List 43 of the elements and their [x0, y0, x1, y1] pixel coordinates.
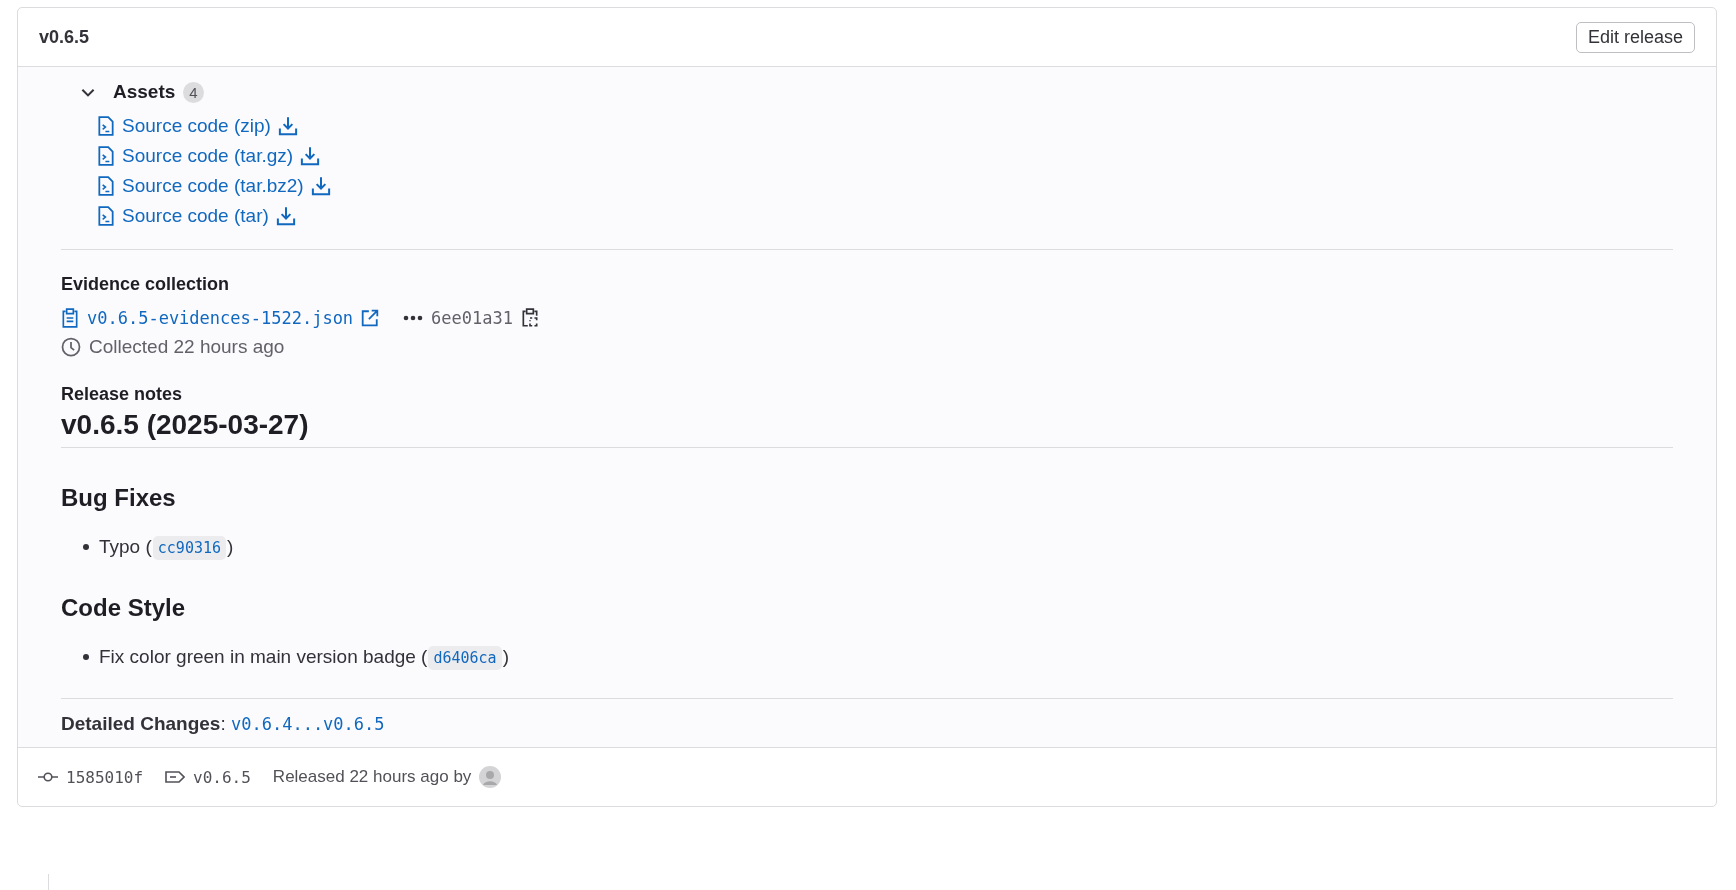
- bullet-icon: [83, 544, 89, 550]
- commit-code[interactable]: d6406ca: [428, 646, 502, 670]
- file-code-icon: [97, 146, 115, 166]
- avatar-icon: [479, 766, 502, 788]
- section-heading: Evidence collection: [61, 274, 231, 295]
- assets-count: 4: [183, 81, 204, 103]
- clock-icon: [61, 337, 81, 357]
- tag-icon: [165, 771, 186, 783]
- clipboard-icon: [61, 308, 79, 328]
- external-link-icon[interactable]: [361, 309, 380, 327]
- ellipsis-icon[interactable]: [403, 315, 424, 321]
- commit-code[interactable]: cc90316: [152, 536, 227, 560]
- tag-name: v0.6.5: [193, 767, 251, 787]
- download-icon[interactable]: [300, 146, 321, 166]
- released-text: Released 22 hours ago by: [272, 767, 472, 787]
- assets-heading: Assets: [113, 81, 176, 103]
- copy-icon[interactable]: [521, 308, 539, 328]
- bullet-icon: [83, 654, 89, 660]
- asset-link[interactable]: Source code (tar): [122, 205, 269, 227]
- collected-time: Collected 22 hours ago: [89, 336, 285, 358]
- list-item: Typo ( cc90316 ): [99, 536, 234, 558]
- commit-icon: [38, 771, 58, 783]
- section-heading: Release notes: [61, 384, 184, 405]
- notes-heading: Bug Fixes: [61, 484, 177, 512]
- evidence-sha: 6ee01a31: [431, 308, 513, 328]
- evidence-link[interactable]: v0.6.5-evidences-1522.json: [87, 308, 354, 328]
- list-item: Fix color green in main version badge ( d6406ca ): [99, 646, 509, 668]
- asset-link[interactable]: Source code (tar.gz): [122, 145, 294, 167]
- file-code-icon: [97, 116, 115, 136]
- download-icon[interactable]: [275, 206, 296, 226]
- asset-link[interactable]: Source code (tar.bz2): [122, 175, 304, 197]
- download-icon[interactable]: [310, 176, 331, 196]
- download-icon[interactable]: [277, 116, 298, 136]
- file-code-icon: [97, 206, 115, 226]
- release-title: v0.6.5: [39, 26, 90, 48]
- file-code-icon: [97, 176, 115, 196]
- notes-heading: Code Style: [61, 594, 187, 622]
- commit-sha: 1585010f: [66, 767, 144, 787]
- notes-title: v0.6.5 (2025-03-27): [61, 405, 1673, 448]
- edit-release-button[interactable]: Edit release: [1575, 21, 1695, 53]
- asset-link[interactable]: Source code (zip): [122, 115, 271, 137]
- detailed-changes: Detailed Changes: v0.6.4...v0.6.5: [61, 713, 386, 735]
- compare-link[interactable]: v0.6.4...v0.6.5: [231, 714, 385, 734]
